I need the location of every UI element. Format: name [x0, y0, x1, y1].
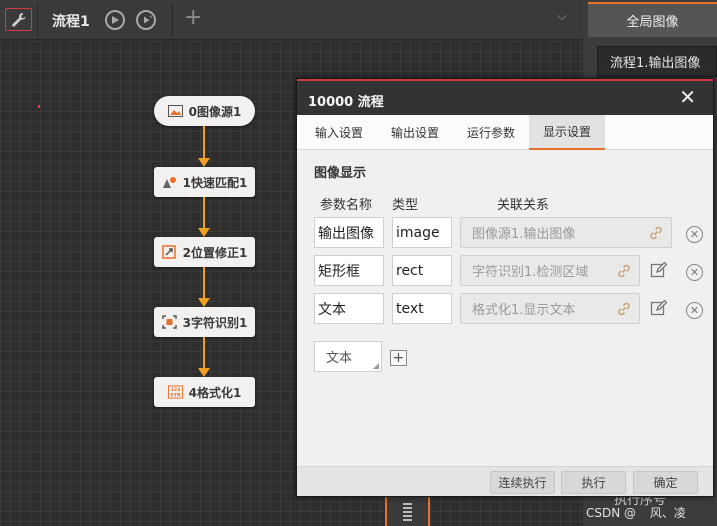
flow-connector	[203, 267, 205, 298]
flow-node-format[interactable]: 123 STR 4格式化1	[154, 377, 255, 407]
dropdown-corner-icon	[373, 363, 379, 369]
delete-row-button[interactable]: ✕	[686, 264, 703, 281]
watermark-name: 风、凌	[649, 506, 686, 520]
param-name-field[interactable]: 文本	[314, 293, 384, 324]
param-name-field[interactable]: 输出图像	[314, 217, 384, 248]
grip-line	[403, 510, 412, 513]
dialog-title: 10000 流程	[308, 95, 384, 110]
close-circle-icon: ✕	[689, 304, 700, 317]
link-field[interactable]: 图像源1.输出图像	[460, 217, 672, 248]
grip-line	[403, 514, 412, 517]
close-button[interactable]: ✕	[679, 86, 696, 108]
flow-node-label: 2位置修正1	[182, 245, 248, 260]
link-field[interactable]: 格式化1.显示文本	[460, 293, 640, 324]
link-value: 图像源1.输出图像	[472, 227, 576, 242]
column-header-type: 类型	[392, 198, 419, 213]
param-type-field[interactable]: rect	[392, 255, 452, 286]
output-image-tab[interactable]: 流程1.输出图像	[597, 46, 717, 77]
arrow-down-icon	[198, 368, 210, 377]
ok-button[interactable]: 确定	[633, 471, 698, 494]
arrow-down-icon	[198, 228, 210, 237]
run-button[interactable]: 执行	[561, 471, 626, 494]
watermark: CSDN @ 风、凌	[586, 504, 686, 521]
tab-run-params[interactable]: 运行参数	[455, 115, 527, 150]
ocr-icon	[161, 315, 177, 329]
grip-line	[403, 506, 412, 509]
add-type-select[interactable]: 文本	[314, 341, 382, 372]
toolbar-divider	[172, 4, 173, 36]
tabs-menu-button[interactable]: ⌵	[557, 9, 567, 24]
flow-node-label: 1快速匹配1	[182, 175, 248, 190]
column-header-name: 参数名称	[320, 198, 373, 213]
close-circle-icon: ✕	[689, 228, 700, 241]
toolbar-divider	[37, 4, 38, 36]
flow-node-label: 0图像源1	[188, 104, 242, 119]
flow-connector	[203, 197, 205, 228]
plus-icon: +	[184, 5, 203, 30]
position-correct-icon	[162, 245, 177, 259]
svg-text:123: 123	[170, 387, 180, 393]
tab-input-settings[interactable]: 输入设置	[303, 115, 375, 150]
chevron-down-icon: ⌵	[557, 9, 567, 24]
section-title: 图像显示	[314, 166, 367, 181]
panel-resize-handle[interactable]	[385, 497, 430, 526]
flow-connector	[203, 337, 205, 368]
flow-node-fast-match[interactable]: 1快速匹配1	[154, 167, 255, 197]
close-icon: ✕	[679, 85, 696, 109]
dialog-footer: 连续执行 执行 确定	[297, 466, 713, 496]
svg-text:STR: STR	[170, 393, 181, 399]
run-loop-button[interactable]	[136, 10, 156, 30]
format-str-icon: 123 STR	[167, 385, 183, 399]
param-type-field[interactable]: text	[392, 293, 452, 324]
tab-output-settings[interactable]: 输出设置	[379, 115, 451, 150]
watermark-prefix: CSDN @	[586, 506, 637, 520]
continuous-run-button[interactable]: 连续执行	[490, 471, 555, 494]
flow-node-position-correct[interactable]: 2位置修正1	[154, 237, 255, 267]
delete-row-button[interactable]: ✕	[686, 226, 703, 243]
flow-settings-dialog: 10000 流程 ✕ 输入设置 输出设置 运行参数 显示设置 图像显示 参数名称…	[296, 78, 714, 497]
link-icon[interactable]	[616, 301, 632, 317]
link-value: 格式化1.显示文本	[472, 303, 576, 318]
column-header-link: 关联关系	[497, 198, 550, 213]
play-circle-icon	[112, 16, 119, 24]
param-type-field[interactable]: image	[392, 217, 452, 248]
flow-node-label: 3字符识别1	[182, 315, 248, 330]
run-once-button[interactable]	[105, 10, 125, 30]
match-icon	[162, 176, 177, 189]
tab-display-settings[interactable]: 显示设置	[529, 115, 605, 150]
add-row-button[interactable]: +	[390, 350, 407, 366]
global-image-tab[interactable]: 全局图像	[588, 2, 717, 37]
grip-line	[403, 502, 412, 505]
top-toolbar: 流程1 + ⌵	[0, 0, 583, 40]
dialog-header[interactable]: 10000 流程 ✕	[297, 79, 713, 115]
link-field[interactable]: 字符识别1.检测区域	[460, 255, 640, 286]
image-icon	[167, 105, 183, 118]
loop-play-icon	[144, 15, 152, 24]
dialog-tabs: 输入设置 输出设置 运行参数 显示设置	[297, 115, 713, 150]
param-name-field[interactable]: 矩形框	[314, 255, 384, 286]
flow-node-label: 4格式化1	[188, 385, 242, 400]
flow-node-ocr[interactable]: 3字符识别1	[154, 307, 255, 337]
plus-icon: +	[392, 350, 405, 366]
arrow-down-icon	[198, 158, 210, 167]
edit-icon[interactable]	[650, 261, 668, 279]
flow-connector	[203, 126, 205, 158]
grip-line	[403, 518, 412, 521]
flow-tab-title[interactable]: 流程1	[52, 11, 90, 31]
flow-node-image-source[interactable]: 0图像源1	[154, 96, 255, 126]
link-icon[interactable]	[648, 225, 664, 241]
add-flow-tab-button[interactable]: +	[184, 5, 202, 30]
edit-icon[interactable]	[650, 299, 668, 317]
canvas-marker	[38, 105, 40, 108]
settings-button[interactable]	[5, 8, 32, 31]
arrow-down-icon	[198, 298, 210, 307]
link-value: 字符识别1.检测区域	[472, 265, 589, 280]
delete-row-button[interactable]: ✕	[686, 302, 703, 319]
wrench-icon	[11, 12, 26, 27]
link-icon[interactable]	[616, 263, 632, 279]
add-type-value: 文本	[326, 351, 353, 366]
close-circle-icon: ✕	[689, 266, 700, 279]
